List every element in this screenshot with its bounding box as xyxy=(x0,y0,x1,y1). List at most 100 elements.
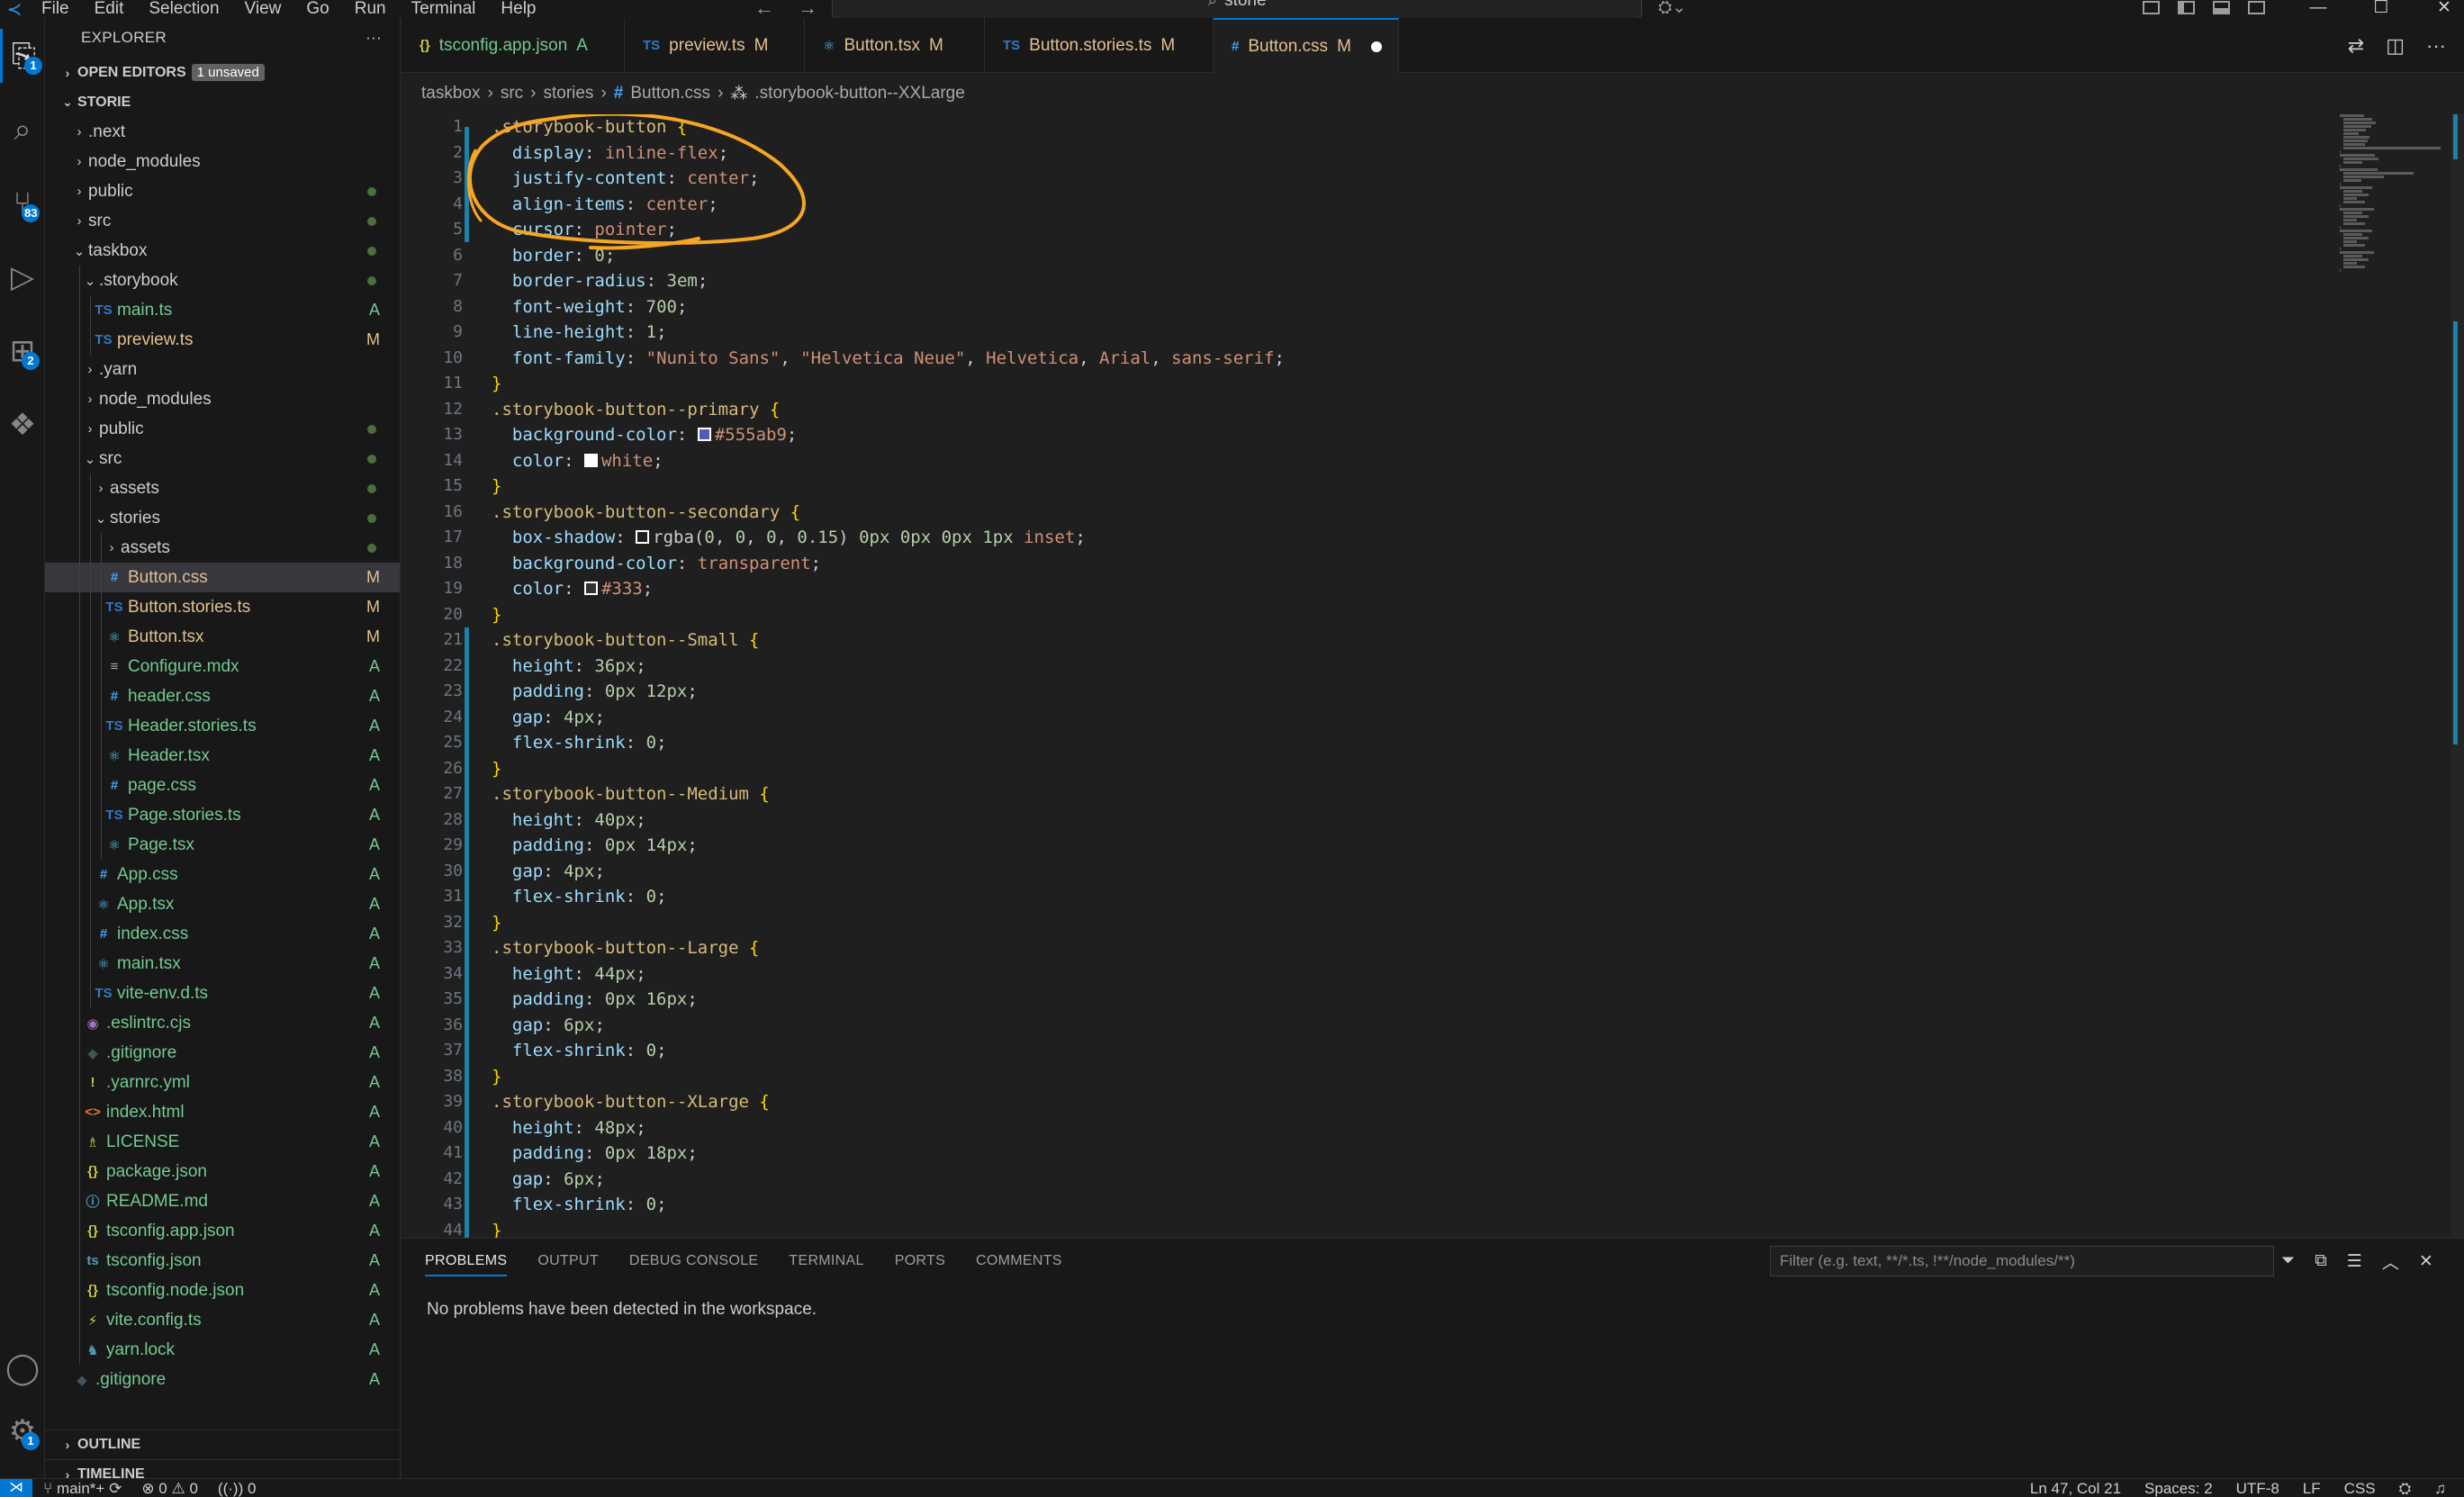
toggle-primary-sidebar-icon[interactable] xyxy=(2178,1,2195,14)
tree-file[interactable]: ⚛ Header.tsx A xyxy=(45,741,400,771)
code-line[interactable]: justify-content: center; xyxy=(492,166,2292,192)
editor-tab[interactable]: TS Button.stories.ts M xyxy=(985,18,1214,73)
menu-item-go[interactable]: Go xyxy=(293,0,341,18)
tree-file[interactable]: TS preview.ts M xyxy=(45,325,400,355)
code-line[interactable]: .storybook-button--XLarge { xyxy=(492,1089,2292,1115)
code-line[interactable]: align-items: center; xyxy=(492,192,2292,218)
code-line[interactable]: .storybook-button { xyxy=(492,114,2292,140)
code-line[interactable]: color: #333; xyxy=(492,576,2292,602)
run-debug-icon[interactable]: ▷ xyxy=(0,250,45,304)
tree-file[interactable]: # Button.css M xyxy=(45,563,400,592)
menu-item-file[interactable]: File xyxy=(29,0,82,18)
search-icon[interactable]: ⌕ xyxy=(0,103,45,157)
code-line[interactable]: background-color: transparent; xyxy=(492,551,2292,577)
timeline-section[interactable]: › TIMELINE xyxy=(45,1459,400,1478)
maximize-panel-icon[interactable]: ︿ xyxy=(2382,1249,2399,1274)
tree-file[interactable]: TS Button.stories.ts M xyxy=(45,592,400,622)
tree-file[interactable]: ⚡ vite.config.ts A xyxy=(45,1305,400,1335)
code-line[interactable]: padding: 0px 18px; xyxy=(492,1141,2292,1167)
indentation[interactable]: Spaces: 2 xyxy=(2144,1480,2213,1497)
end-of-line[interactable]: LF xyxy=(2303,1480,2321,1497)
tree-file[interactable]: {} tsconfig.app.json A xyxy=(45,1216,400,1246)
tree-file[interactable]: ≡ Configure.mdx A xyxy=(45,652,400,681)
code-line[interactable]: gap: 6px; xyxy=(492,1013,2292,1039)
editor-tab[interactable]: {} tsconfig.app.json A xyxy=(402,18,625,73)
color-swatch[interactable] xyxy=(697,428,711,441)
tree-file[interactable]: {} tsconfig.node.json A xyxy=(45,1276,400,1305)
minimize-button[interactable]: — xyxy=(2287,0,2350,18)
code-line[interactable]: gap: 6px; xyxy=(492,1167,2292,1193)
extensions-icon[interactable]: ⊞ 2 xyxy=(0,324,45,378)
panel-tab-terminal[interactable]: TERMINAL xyxy=(789,1253,863,1269)
code-editor[interactable]: 1 2 3 4 5 6 7 8 9 10 11 12 13 14 15 16 17 18 19 20 21 22 23 24 2… xyxy=(402,114,2464,1238)
problems-status-item[interactable]: ⊗ 0 ⚠ 0 xyxy=(141,1480,198,1497)
tree-file[interactable]: ⚛ Button.tsx M xyxy=(45,622,400,652)
code-line[interactable]: .storybook-button--Small { xyxy=(492,627,2292,654)
tree-file[interactable]: ◉ .eslintrc.cjs A xyxy=(45,1008,400,1038)
language-mode[interactable]: CSS xyxy=(2344,1480,2376,1497)
tree-folder[interactable]: › src xyxy=(45,206,400,236)
remote-indicator-icon[interactable]: ⋊ xyxy=(0,1479,32,1497)
back-arrow-icon[interactable]: ← xyxy=(754,0,774,18)
tree-file[interactable]: ! .yarnrc.yml A xyxy=(45,1068,400,1097)
breadcrumb-item-symbol[interactable]: .storybook-button--XXLarge xyxy=(754,84,964,104)
code-line[interactable]: .storybook-button--secondary { xyxy=(492,500,2292,526)
code-line[interactable]: border: 0; xyxy=(492,243,2292,269)
cursor-position[interactable]: Ln 47, Col 21 xyxy=(2030,1480,2121,1497)
code-line[interactable]: padding: 0px 16px; xyxy=(492,987,2292,1013)
manage-gear-icon[interactable]: ⚙ 1 xyxy=(0,1404,45,1458)
panel-tab-comments[interactable]: COMMENTS xyxy=(976,1253,1062,1269)
tree-file[interactable]: ◆ .gitignore A xyxy=(45,1038,400,1068)
code-line[interactable]: height: 44px; xyxy=(492,961,2292,987)
menu-item-selection[interactable]: Selection xyxy=(136,0,231,18)
more-actions-icon[interactable]: ··· xyxy=(366,29,382,47)
code-line[interactable]: display: inline-flex; xyxy=(492,140,2292,167)
color-swatch[interactable] xyxy=(583,582,598,595)
panel-tab-problems[interactable]: PROBLEMS xyxy=(425,1253,508,1276)
code-line[interactable]: box-shadow: rgba(0, 0, 0, 0.15) 0px 0px … xyxy=(492,525,2292,551)
ports-status-item[interactable]: ((·)) 0 xyxy=(218,1480,257,1497)
copilot-icon[interactable]: ⛭⌄ xyxy=(1658,0,1686,18)
code-line[interactable]: .storybook-button--Large { xyxy=(492,935,2292,961)
tree-file[interactable]: <> index.html A xyxy=(45,1097,400,1127)
minimap[interactable] xyxy=(2340,114,2448,272)
code-line[interactable]: flex-shrink: 0; xyxy=(492,730,2292,756)
tree-file[interactable]: # index.css A xyxy=(45,919,400,949)
tree-file[interactable]: ⚛ main.tsx A xyxy=(45,949,400,978)
customize-layout-icon[interactable] xyxy=(2143,1,2160,14)
code-line[interactable]: padding: 0px 14px; xyxy=(492,833,2292,859)
open-changes-icon[interactable]: ⇄ xyxy=(2348,34,2364,58)
tree-folder[interactable]: › node_modules xyxy=(45,147,400,176)
outline-section[interactable]: › OUTLINE xyxy=(45,1429,400,1459)
editor-tab[interactable]: ⚛ Button.tsx M xyxy=(805,18,985,73)
tree-file[interactable]: ⓘ README.md A xyxy=(45,1186,400,1216)
tree-file[interactable]: TS Header.stories.ts A xyxy=(45,711,400,741)
code-line[interactable]: cursor: pointer; xyxy=(492,217,2292,243)
tree-file[interactable]: {} package.json A xyxy=(45,1157,400,1186)
split-editor-icon[interactable]: ◫ xyxy=(2386,34,2405,58)
panel-tab-debug-console[interactable]: DEBUG CONSOLE xyxy=(629,1253,759,1269)
code-line[interactable]: .storybook-button--Medium { xyxy=(492,781,2292,807)
code-line[interactable]: } xyxy=(492,910,2292,936)
tree-file[interactable]: # App.css A xyxy=(45,860,400,889)
command-center-search[interactable]: ⌕ storie xyxy=(832,0,1642,20)
menu-item-terminal[interactable]: Terminal xyxy=(399,0,489,18)
collapse-all-icon[interactable]: ⧉ xyxy=(2315,1251,2327,1271)
tree-file[interactable]: ◆ .gitignore A xyxy=(45,1365,400,1394)
tree-file[interactable]: ♗ LICENSE A xyxy=(45,1127,400,1157)
breadcrumb-item-taskbox[interactable]: taskbox xyxy=(421,84,480,104)
breadcrumb-item-src[interactable]: src xyxy=(501,84,523,104)
code-content[interactable]: .storybook-button { display: inline-flex… xyxy=(492,114,2292,1238)
code-line[interactable]: padding: 0px 12px; xyxy=(492,679,2292,705)
more-actions-icon[interactable]: ··· xyxy=(2426,34,2446,58)
notifications-bell-icon[interactable]: ♫ xyxy=(2434,1480,2446,1497)
tree-file[interactable]: # page.css A xyxy=(45,771,400,800)
code-line[interactable]: .storybook-button--primary { xyxy=(492,397,2292,423)
tree-file[interactable]: ts tsconfig.json A xyxy=(45,1246,400,1276)
tree-file[interactable]: TS Page.stories.ts A xyxy=(45,800,400,830)
breadcrumb-item-file[interactable]: Button.css xyxy=(630,84,710,104)
breadcrumb-item-stories[interactable]: stories xyxy=(543,84,593,104)
menu-item-view[interactable]: View xyxy=(232,0,294,18)
code-line[interactable]: height: 40px; xyxy=(492,807,2292,834)
code-line[interactable]: line-height: 1; xyxy=(492,320,2292,346)
